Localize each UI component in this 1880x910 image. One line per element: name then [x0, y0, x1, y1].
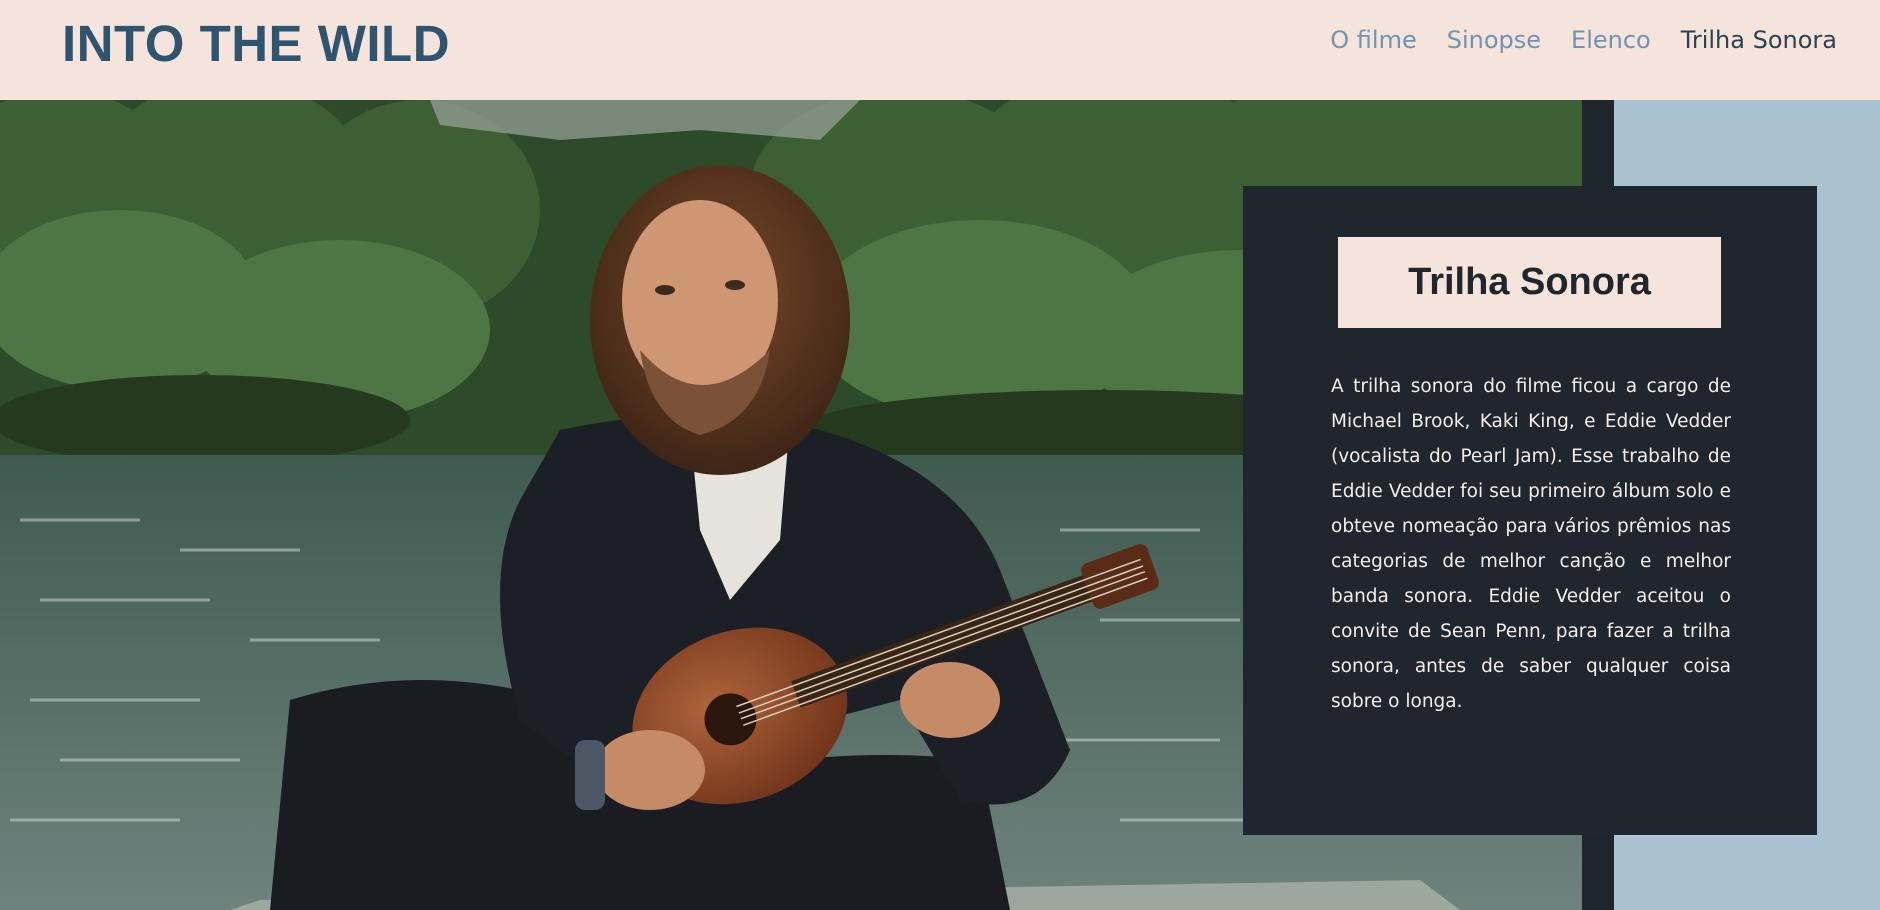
site-header: INTO THE WILD O filme Sinopse Elenco Tri…: [0, 0, 1880, 100]
card-title-box: Trilha Sonora: [1338, 237, 1721, 328]
nav-link-o-filme[interactable]: O filme: [1330, 24, 1416, 56]
site-logo[interactable]: INTO THE WILD: [62, 14, 450, 74]
soundtrack-card: Trilha Sonora A trilha sonora do filme f…: [1243, 186, 1817, 835]
card-title: Trilha Sonora: [1408, 261, 1651, 303]
card-description: A trilha sonora do filme ficou a cargo d…: [1331, 376, 1731, 712]
nav-link-sinopse[interactable]: Sinopse: [1447, 24, 1541, 56]
nav-link-elenco[interactable]: Elenco: [1571, 24, 1651, 56]
main-nav: O filme Sinopse Elenco Trilha Sonora: [1330, 24, 1837, 56]
nav-link-trilha-sonora[interactable]: Trilha Sonora: [1681, 24, 1837, 56]
